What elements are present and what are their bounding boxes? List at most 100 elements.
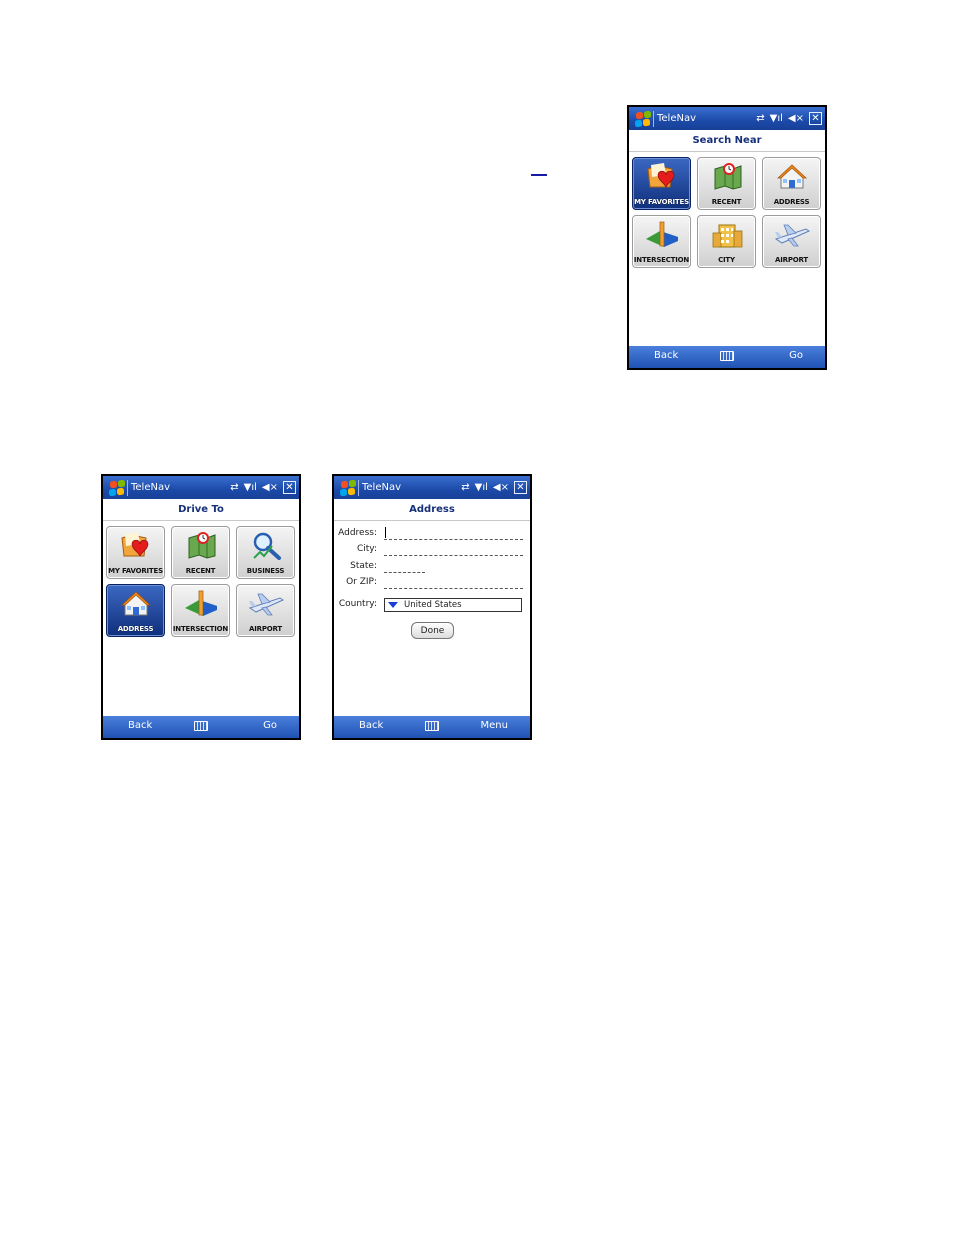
tile-label: BUSINESS bbox=[246, 567, 285, 575]
tile-label: AIRPORT bbox=[775, 256, 808, 264]
tile-label: INTERSECTION bbox=[172, 625, 229, 633]
app-title: TeleNav bbox=[657, 113, 697, 124]
windows-start-icon[interactable] bbox=[632, 109, 652, 129]
link-underline[interactable] bbox=[531, 174, 547, 176]
windows-start-icon[interactable] bbox=[337, 478, 357, 498]
zip-input[interactable] bbox=[384, 575, 523, 589]
tile-airport[interactable]: AIRPORT bbox=[236, 584, 295, 637]
screen-header: Search Near bbox=[629, 130, 825, 152]
signal-icon[interactable]: ▼ıl bbox=[770, 113, 783, 124]
tile-label: INTERSECTION bbox=[633, 256, 690, 264]
country-value: United States bbox=[404, 600, 462, 610]
state-row: State: bbox=[334, 559, 530, 575]
zip-row: Or ZIP: bbox=[334, 575, 530, 591]
text-caret bbox=[385, 527, 386, 538]
screen-header: Address bbox=[334, 499, 530, 521]
tile-label: CITY bbox=[718, 256, 735, 264]
tile-recent[interactable]: RECENT bbox=[697, 157, 756, 210]
go-softkey[interactable]: Go bbox=[789, 350, 803, 361]
tile-my-favorites[interactable]: MY FAVORITES bbox=[632, 157, 691, 210]
address-input[interactable] bbox=[384, 526, 523, 540]
business-magnifier-icon bbox=[237, 530, 294, 560]
city-input[interactable] bbox=[384, 542, 523, 556]
tile-intersection[interactable]: INTERSECTION bbox=[632, 215, 691, 268]
zip-label: Or ZIP: bbox=[346, 577, 377, 587]
signal-icon[interactable]: ▼ıl bbox=[475, 482, 488, 493]
house-icon bbox=[763, 161, 820, 191]
close-icon[interactable]: ✕ bbox=[283, 481, 296, 494]
recent-map-icon bbox=[698, 161, 755, 191]
address-row: Address: bbox=[334, 526, 530, 542]
airplane-icon bbox=[763, 219, 820, 249]
app-title: TeleNav bbox=[131, 482, 171, 493]
tile-city[interactable]: CITY bbox=[697, 215, 756, 268]
favorites-folder-heart-icon bbox=[633, 161, 690, 191]
dropdown-arrow-icon bbox=[388, 602, 398, 608]
title-separator bbox=[127, 479, 128, 496]
country-label: Country: bbox=[338, 599, 377, 609]
state-label: State: bbox=[350, 561, 377, 571]
tile-label: MY FAVORITES bbox=[634, 198, 689, 206]
title-bar: TeleNav ⇄ ▼ıl ◀× ✕ bbox=[103, 476, 299, 499]
close-icon[interactable]: ✕ bbox=[514, 481, 527, 494]
airplane-icon bbox=[237, 588, 294, 618]
close-icon[interactable]: ✕ bbox=[809, 112, 822, 125]
keyboard-icon[interactable] bbox=[425, 721, 439, 731]
keyboard-icon[interactable] bbox=[720, 351, 734, 361]
connectivity-icon[interactable]: ⇄ bbox=[756, 113, 764, 124]
address-screen: TeleNav ⇄ ▼ıl ◀× ✕ Address Address: City… bbox=[332, 474, 532, 740]
back-softkey[interactable]: Back bbox=[654, 350, 678, 361]
tile-label: AIRPORT bbox=[249, 625, 282, 633]
signal-icon[interactable]: ▼ıl bbox=[244, 482, 257, 493]
menu-softkey[interactable]: Menu bbox=[481, 720, 508, 731]
tile-address[interactable]: ADDRESS bbox=[106, 584, 165, 637]
address-label: Address: bbox=[338, 528, 377, 538]
tile-label: ADDRESS bbox=[117, 625, 154, 633]
intersection-icon bbox=[633, 219, 690, 249]
drive-to-screen: TeleNav ⇄ ▼ıl ◀× ✕ Drive To MY FAVORITES… bbox=[101, 474, 301, 740]
windows-start-icon[interactable] bbox=[106, 478, 126, 498]
speaker-mute-icon[interactable]: ◀× bbox=[493, 482, 509, 493]
intersection-icon bbox=[172, 588, 229, 618]
tile-label: ADDRESS bbox=[773, 198, 810, 206]
done-button[interactable]: Done bbox=[411, 622, 454, 639]
soft-key-bar: Back Go bbox=[103, 716, 299, 738]
keyboard-icon[interactable] bbox=[194, 721, 208, 731]
city-row: City: bbox=[334, 542, 530, 558]
country-row: Country: United States bbox=[334, 597, 530, 613]
search-near-grid: MY FAVORITES RECENT ADDRESS INTERSECTION… bbox=[632, 157, 824, 268]
tile-business[interactable]: BUSINESS bbox=[236, 526, 295, 579]
tile-airport[interactable]: AIRPORT bbox=[762, 215, 821, 268]
connectivity-icon[interactable]: ⇄ bbox=[230, 482, 238, 493]
go-softkey[interactable]: Go bbox=[263, 720, 277, 731]
tile-recent[interactable]: RECENT bbox=[171, 526, 230, 579]
recent-map-icon bbox=[172, 530, 229, 560]
screen-header: Drive To bbox=[103, 499, 299, 521]
city-building-icon bbox=[698, 219, 755, 249]
house-icon bbox=[107, 588, 164, 618]
tile-label: MY FAVORITES bbox=[108, 567, 163, 575]
soft-key-bar: Back Menu bbox=[334, 716, 530, 738]
speaker-mute-icon[interactable]: ◀× bbox=[262, 482, 278, 493]
city-label: City: bbox=[356, 544, 377, 554]
tile-label: RECENT bbox=[185, 567, 216, 575]
app-title: TeleNav bbox=[362, 482, 402, 493]
drive-to-grid: MY FAVORITES RECENT BUSINESS ADDRESS INT… bbox=[106, 526, 298, 637]
soft-key-bar: Back Go bbox=[629, 346, 825, 368]
tile-my-favorites[interactable]: MY FAVORITES bbox=[106, 526, 165, 579]
back-softkey[interactable]: Back bbox=[359, 720, 383, 731]
tile-address[interactable]: ADDRESS bbox=[762, 157, 821, 210]
title-bar: TeleNav ⇄ ▼ıl ◀× ✕ bbox=[629, 107, 825, 130]
speaker-mute-icon[interactable]: ◀× bbox=[788, 113, 804, 124]
title-separator bbox=[358, 479, 359, 496]
search-near-screen: TeleNav ⇄ ▼ıl ◀× ✕ Search Near MY FAVORI… bbox=[627, 105, 827, 370]
title-separator bbox=[653, 110, 654, 127]
tile-intersection[interactable]: INTERSECTION bbox=[171, 584, 230, 637]
back-softkey[interactable]: Back bbox=[128, 720, 152, 731]
state-input[interactable] bbox=[384, 559, 425, 573]
favorites-folder-heart-icon bbox=[107, 530, 164, 560]
title-bar: TeleNav ⇄ ▼ıl ◀× ✕ bbox=[334, 476, 530, 499]
tile-label: RECENT bbox=[711, 198, 742, 206]
country-select[interactable]: United States bbox=[384, 598, 522, 612]
connectivity-icon[interactable]: ⇄ bbox=[461, 482, 469, 493]
